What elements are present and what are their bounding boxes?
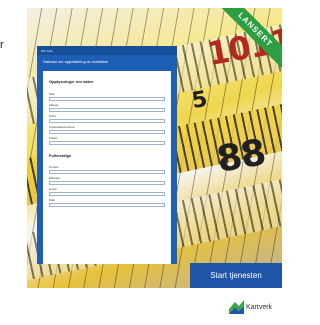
form-section-title: Fullmektige bbox=[49, 152, 72, 158]
kartverket-logo-icon bbox=[229, 300, 244, 314]
form-field-input bbox=[49, 192, 165, 196]
form-section-text bbox=[49, 86, 165, 90]
form-section-text bbox=[49, 160, 165, 164]
form-section-title: Opplysninger om søker bbox=[49, 79, 94, 84]
form-field-input bbox=[49, 129, 165, 134]
screenshot-form-card: Opplysninger om søker Navn Adresse Postn… bbox=[43, 71, 171, 264]
edge-text-fragment: r bbox=[0, 39, 4, 51]
screenshot-header-title: Søknad om oppdatering av matrikkel bbox=[43, 59, 109, 64]
form-field-input bbox=[49, 107, 165, 112]
ruler-number: 88 bbox=[213, 132, 269, 181]
ribbon-container: LANSERT bbox=[212, 8, 282, 78]
form-field-label: Telefon bbox=[49, 136, 58, 140]
form-field-input bbox=[49, 118, 165, 123]
screenshot-topbar-title: DIT omb bbox=[41, 48, 53, 53]
form-field-input bbox=[49, 140, 165, 145]
ruler-number: 5 bbox=[189, 86, 209, 115]
form-field-input bbox=[49, 170, 165, 174]
form-field-label: Adresse bbox=[49, 103, 59, 107]
form-field-label: Postnr bbox=[49, 114, 57, 118]
launched-ribbon: LANSERT bbox=[212, 8, 282, 75]
form-field-label: Organisasjonsnummer bbox=[49, 125, 76, 129]
form-field-label: Rolle bbox=[49, 199, 55, 202]
screenshot-topbar: DIT omb bbox=[37, 46, 177, 55]
logo-text: Kartverk bbox=[246, 303, 273, 311]
kartverket-logo[interactable]: Kartverk bbox=[229, 300, 272, 314]
start-service-button[interactable]: Start tjenesten bbox=[190, 263, 282, 288]
screenshot-header: Søknad om oppdatering av matrikkel bbox=[37, 55, 177, 68]
form-field-input bbox=[49, 181, 165, 185]
form-field-label: Navn bbox=[49, 92, 56, 96]
form-field-label: Fornavn bbox=[49, 166, 59, 169]
form-field-input bbox=[49, 203, 165, 207]
form-screenshot: DIT omb Søknad om oppdatering av matrikk… bbox=[37, 46, 177, 264]
form-field-label: E-post bbox=[49, 188, 57, 191]
form-field-input bbox=[49, 96, 165, 101]
form-field-label: Etternavn bbox=[49, 177, 61, 180]
hero-banner: 1011 5 88 LANSERT DIT omb Søknad om oppd… bbox=[27, 8, 282, 288]
